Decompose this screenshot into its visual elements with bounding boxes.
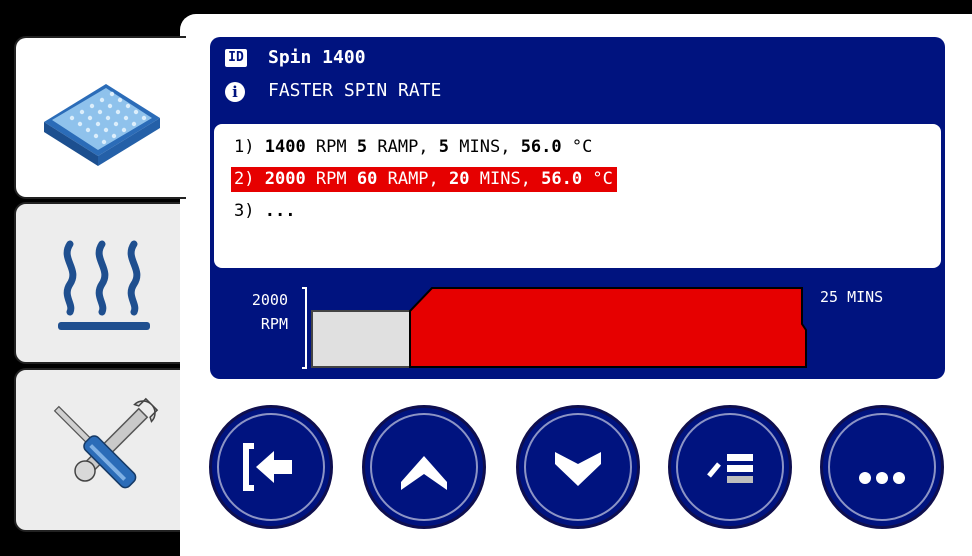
tab-well-plate[interactable] [14, 36, 186, 199]
speed-axis-label: 2000 RPM [220, 288, 288, 336]
ellipsis-icon [859, 472, 905, 484]
tools-icon [53, 397, 159, 489]
exit-arrow-icon [243, 443, 292, 491]
more-options-button[interactable] [820, 405, 944, 529]
speed-value: 2000 [251, 291, 288, 309]
edit-step-button[interactable] [668, 405, 792, 529]
move-up-button[interactable] [362, 405, 486, 529]
time-axis-label: 25 MINS [820, 288, 884, 306]
speed-unit: RPM [260, 315, 288, 333]
edit-list-icon [707, 454, 753, 483]
tab-tools[interactable] [14, 368, 186, 532]
tab-heat[interactable] [14, 202, 186, 364]
exit-button[interactable] [209, 405, 333, 529]
well-plate-icon [44, 84, 160, 166]
program-panel: ID Spin 1400 i FASTER SPIN RATE 1) 1400 … [210, 37, 945, 379]
screen: { "header": { "id_badge": "ID", "title":… [0, 0, 972, 556]
chevron-up-icon [401, 456, 447, 490]
move-down-button[interactable] [516, 405, 640, 529]
chevron-down-icon [555, 452, 601, 486]
speed-profile-graph [302, 287, 807, 369]
previous-step-bar [311, 310, 411, 368]
heat-icon [58, 240, 150, 330]
graph-axis-bracket [302, 287, 307, 369]
current-step-bar [409, 287, 807, 368]
